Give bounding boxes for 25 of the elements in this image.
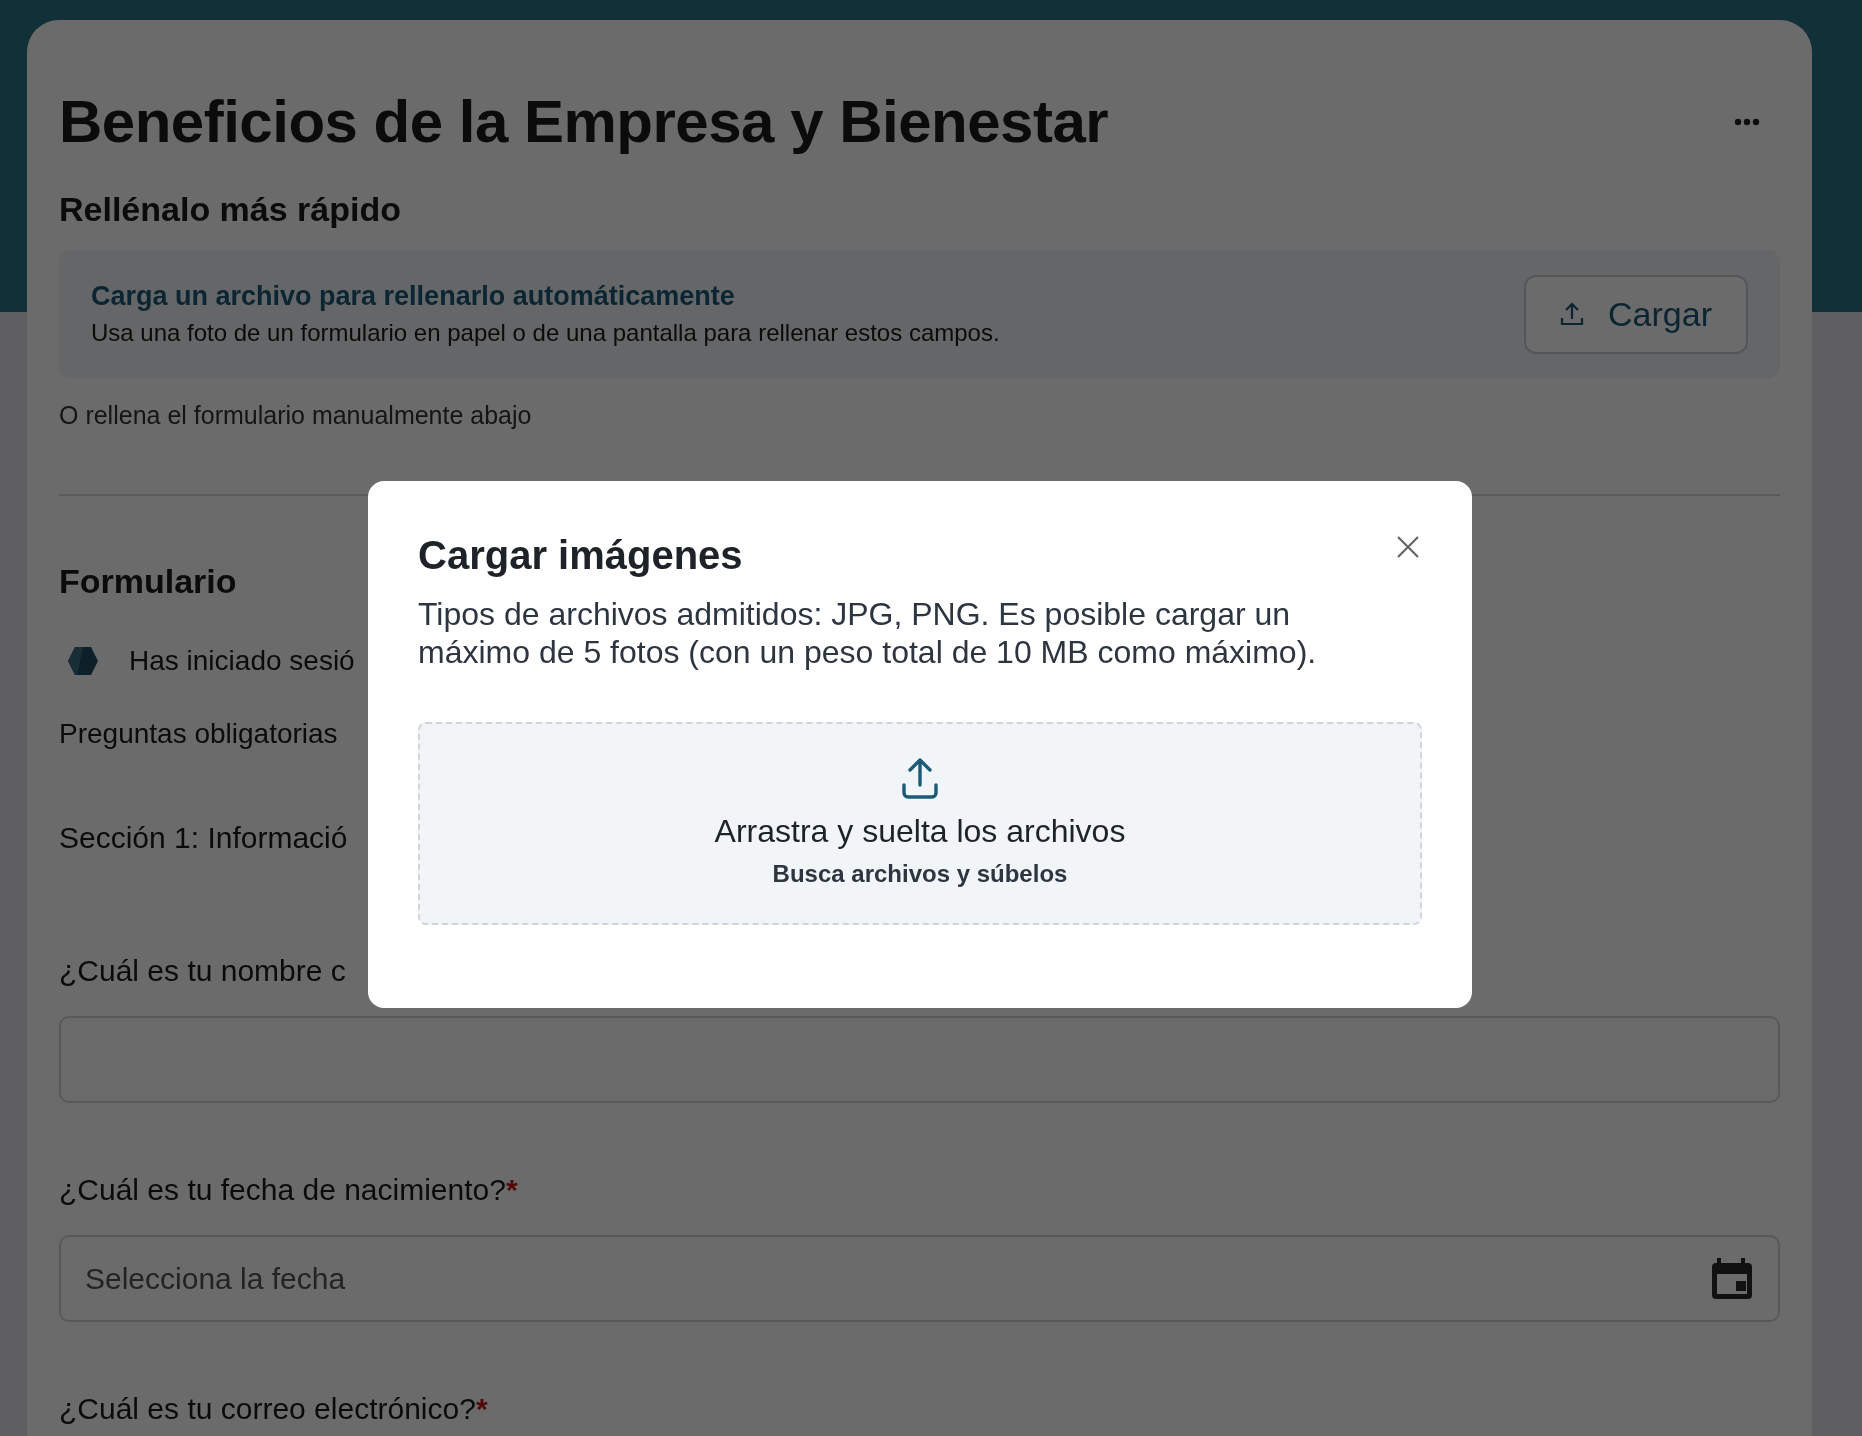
quick-fill-heading: Rellénalo más rápido (59, 189, 402, 230)
upload-icon (901, 757, 939, 799)
required-note: Preguntas obligatorias (59, 718, 338, 750)
browse-files-link[interactable]: Busca archivos y súbelos (772, 859, 1068, 889)
more-icon[interactable] (1734, 118, 1760, 126)
upload-button[interactable]: Cargar (1524, 274, 1748, 354)
file-dropzone[interactable]: Arrastra y suelta los archivos Busca archivos y súbelos (418, 722, 1422, 925)
date-input-field[interactable]: Selecciona la fecha (59, 1235, 1780, 1322)
autofill-description: Usa una foto de un formulario en papel o de una pantalla para rellenar estos campos. (91, 318, 1000, 348)
signed-in-text: Has iniciado sesió (129, 644, 355, 678)
modal-title: Cargar imágenes (418, 532, 743, 579)
hexagon-icon (67, 646, 99, 676)
modal-description: Tipos de archivos admitidos: JPG, PNG. Es posible cargar un máximo de 5 fotos (con un peso total de 10 MB como máximo). (418, 595, 1318, 671)
autofill-link[interactable]: Carga un archivo para rellenarlo automáticamente (91, 279, 1000, 313)
page-title: Beneficios de la Empresa y Bienestar (59, 87, 1109, 157)
close-icon[interactable] (1396, 535, 1420, 559)
question-label: ¿Cuál es tu correo electrónico?* (59, 1391, 488, 1427)
form-heading: Formulario (59, 561, 238, 602)
dropzone-title: Arrastra y suelta los archivos (714, 812, 1126, 851)
calendar-icon[interactable] (1710, 1256, 1754, 1301)
section-title: Sección 1: Informació (59, 820, 348, 856)
upload-icon (1560, 301, 1585, 327)
manual-note: O rellena el formulario manualmente abajo (59, 400, 532, 430)
question-label: ¿Cuál es tu nombre c (59, 953, 346, 989)
question-label: ¿Cuál es tu fecha de nacimiento?* (59, 1172, 518, 1208)
